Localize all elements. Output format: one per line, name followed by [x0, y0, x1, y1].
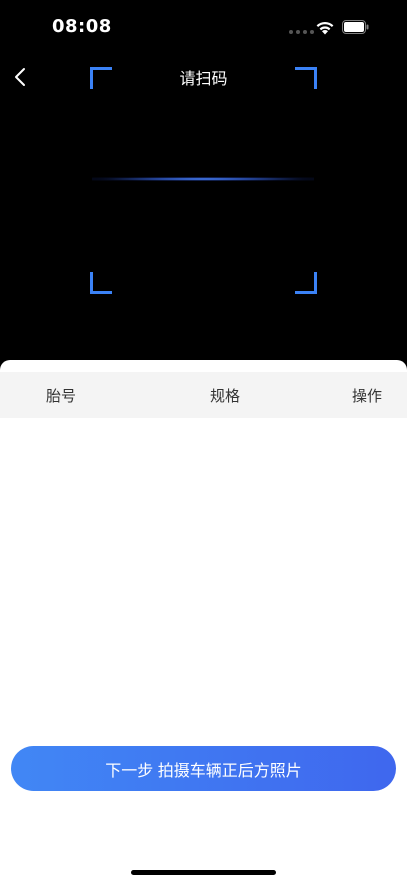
scanner-corner-bottom-right: [295, 272, 317, 294]
home-indicator: [131, 870, 276, 875]
scanner-corner-top-right: [295, 67, 317, 89]
page-title: 请扫码: [179, 69, 228, 88]
results-sheet: 胎号 规格 操作 下一步 拍摄车辆正后方照片: [0, 360, 407, 883]
column-header-tire-number: 胎号: [46, 387, 77, 405]
table-header: 胎号 规格 操作: [0, 372, 407, 418]
scanner-corner-top-left: [90, 67, 112, 89]
battery-icon: [342, 20, 369, 34]
cellular-signal-icon: [289, 30, 314, 34]
status-bar: 08:08: [0, 0, 407, 54]
column-header-specification: 规格: [210, 387, 241, 405]
column-header-operation: 操作: [352, 387, 383, 405]
scanner-corner-bottom-left: [90, 272, 112, 294]
next-step-button[interactable]: 下一步 拍摄车辆正后方照片: [11, 746, 396, 791]
scan-line: [92, 177, 314, 181]
status-time: 08:08: [52, 16, 112, 37]
wifi-icon: [316, 21, 334, 35]
